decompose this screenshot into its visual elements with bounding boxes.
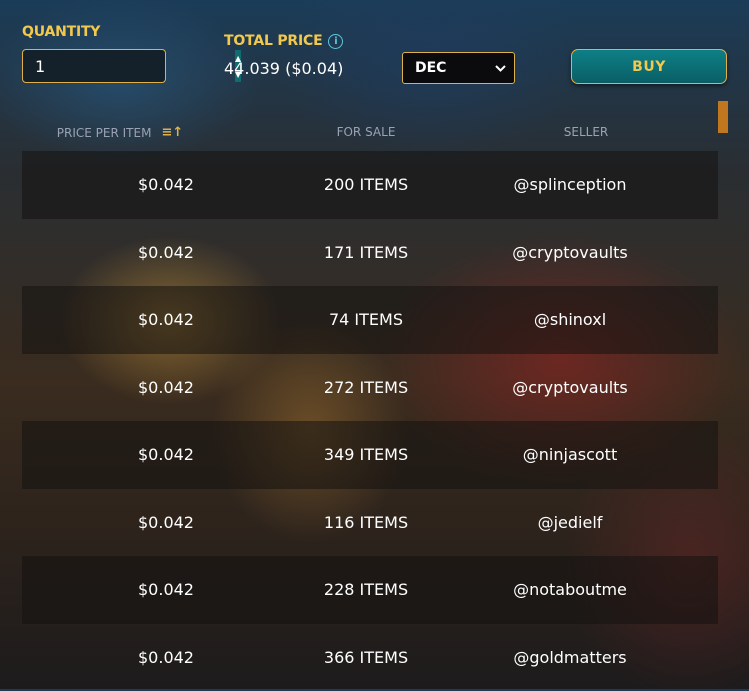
currency-selected: DEC [415,60,446,76]
currency-select[interactable]: DEC [402,52,515,84]
for-sale-cell: 228 ITEMS [310,580,422,599]
price-cell: $0.042 [22,243,310,262]
buy-button[interactable]: BUY [571,49,727,84]
total-price-label: TOTAL PRICE [224,33,322,49]
price-cell: $0.042 [22,648,310,667]
chevron-down-icon [495,65,506,72]
for-sale-cell: 200 ITEMS [310,175,422,194]
price-cell: $0.042 [22,310,310,329]
table-row[interactable]: $0.042 366 ITEMS @goldmatters [22,624,718,691]
table-row[interactable]: $0.042 272 ITEMS @cryptovaults [22,354,718,422]
total-price-label-group: TOTAL PRICE i [224,33,343,49]
table-row[interactable]: $0.042 349 ITEMS @ninjascott [22,421,718,489]
price-cell: $0.042 [22,378,310,397]
column-header-for-sale[interactable]: FOR SALE [266,125,466,139]
seller-cell[interactable]: @splinception [422,175,718,194]
quantity-field[interactable]: ▲ ▼ [22,49,166,83]
seller-cell[interactable]: @shinoxl [422,310,718,329]
table-row[interactable]: $0.042 171 ITEMS @cryptovaults [22,219,718,287]
total-price-value: 44.039 ($0.04) [224,59,343,78]
scrollbar-thumb[interactable] [718,101,728,133]
price-cell: $0.042 [22,580,310,599]
seller-cell[interactable]: @notaboutme [422,580,718,599]
seller-cell[interactable]: @goldmatters [422,648,718,667]
table-row[interactable]: $0.042 74 ITEMS @shinoxl [22,286,718,354]
seller-cell[interactable]: @jedielf [422,513,718,532]
for-sale-cell: 366 ITEMS [310,648,422,667]
price-cell: $0.042 [22,445,310,464]
seller-cell[interactable]: @cryptovaults [422,243,718,262]
seller-cell[interactable]: @cryptovaults [422,378,718,397]
sort-icon[interactable]: ≡↑ [161,125,183,140]
price-cell: $0.042 [22,175,310,194]
column-price-label: PRICE PER ITEM [57,126,152,140]
column-header-seller[interactable]: SELLER [486,125,686,139]
seller-cell[interactable]: @ninjascott [422,445,718,464]
price-cell: $0.042 [22,513,310,532]
for-sale-cell: 171 ITEMS [310,243,422,262]
for-sale-cell: 116 ITEMS [310,513,422,532]
table-row[interactable]: $0.042 116 ITEMS @jedielf [22,489,718,557]
info-icon[interactable]: i [328,34,343,49]
listings-table: $0.042 200 ITEMS @splinception $0.042 17… [22,151,718,691]
table-row[interactable]: $0.042 200 ITEMS @splinception [22,151,718,219]
for-sale-cell: 349 ITEMS [310,445,422,464]
for-sale-cell: 272 ITEMS [310,378,422,397]
table-row[interactable]: $0.042 228 ITEMS @notaboutme [22,556,718,624]
for-sale-cell: 74 ITEMS [310,310,422,329]
column-header-price[interactable]: PRICE PER ITEM ≡↑ [22,125,218,140]
quantity-input[interactable] [23,50,235,82]
quantity-label: QUANTITY [22,24,100,40]
